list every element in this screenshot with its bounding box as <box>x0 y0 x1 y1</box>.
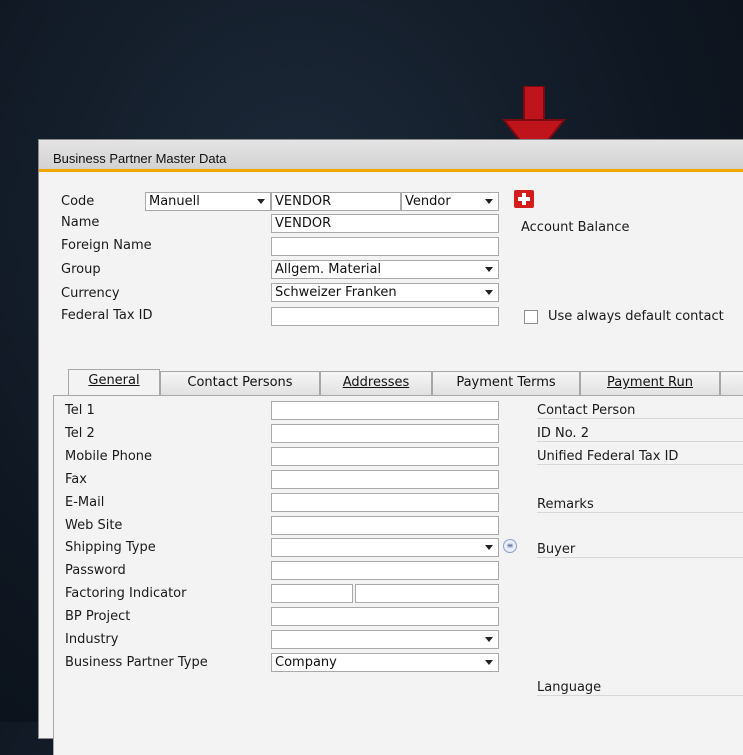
tab-payment-run[interactable]: Payment Run <box>580 371 720 395</box>
factoring-indicator-code-input[interactable] <box>271 584 353 603</box>
use-default-contact-checkbox[interactable] <box>524 310 538 324</box>
federal-tax-input[interactable] <box>271 307 499 326</box>
password-input[interactable] <box>271 561 499 580</box>
factoring-indicator-name-input[interactable] <box>355 584 499 603</box>
email-label: E-Mail <box>65 495 105 510</box>
account-balance-label: Account Balance <box>521 220 630 235</box>
currency-label: Currency <box>61 286 120 301</box>
use-default-contact-label: Use always default contact <box>548 309 724 324</box>
tab-payment-run-label: Payment Run <box>607 375 693 390</box>
id-no2-label: ID No. 2 <box>537 426 743 442</box>
name-input[interactable]: VENDOR <box>271 214 499 233</box>
swiss-flag-icon[interactable] <box>514 190 534 208</box>
factoring-indicator-label: Factoring Indicator <box>65 586 187 601</box>
industry-dropdown[interactable] <box>271 630 499 649</box>
bp-master-data-window: Business Partner Master Data Code Manuel… <box>38 139 743 755</box>
code-input[interactable]: VENDOR <box>271 192 401 211</box>
tel1-label: Tel 1 <box>65 403 95 418</box>
federal-tax-label: Federal Tax ID <box>61 308 153 323</box>
bp-type-dropdown[interactable]: Vendor <box>401 192 499 211</box>
fax-input[interactable] <box>271 470 499 489</box>
website-input[interactable] <box>271 516 499 535</box>
foreign-name-label: Foreign Name <box>61 238 152 253</box>
bp-project-label: BP Project <box>65 609 131 624</box>
bp-type-general-dropdown[interactable]: Company <box>271 653 499 672</box>
mobile-input[interactable] <box>271 447 499 466</box>
currency-dropdown[interactable]: Schweizer Franken <box>271 283 499 302</box>
code-label: Code <box>61 194 95 209</box>
language-label: Language <box>537 680 743 696</box>
mobile-label: Mobile Phone <box>65 449 153 464</box>
tab-general-label: General <box>88 373 140 388</box>
link-arrow-icon[interactable]: ≡ <box>503 539 517 553</box>
name-label: Name <box>61 215 100 230</box>
code-series-dropdown[interactable]: Manuell <box>145 192 271 211</box>
window-title: Business Partner Master Data <box>39 140 743 172</box>
tab-addresses[interactable]: Addresses <box>320 371 432 395</box>
tel1-input[interactable] <box>271 401 499 420</box>
unified-tax-id-label: Unified Federal Tax ID <box>537 449 743 465</box>
group-label: Group <box>61 262 101 277</box>
group-dropdown[interactable]: Allgem. Material <box>271 260 499 279</box>
shipping-type-dropdown[interactable] <box>271 538 499 557</box>
bp-type-label: Business Partner Type <box>65 655 208 670</box>
tab-payment-terms[interactable]: Payment Terms <box>432 371 580 395</box>
fax-label: Fax <box>65 472 87 487</box>
foreign-name-input[interactable] <box>271 237 499 256</box>
password-label: Password <box>65 563 126 578</box>
shipping-type-label: Shipping Type <box>65 540 156 555</box>
tab-payment-terms-label: Payment Terms <box>456 375 556 390</box>
tel2-input[interactable] <box>271 424 499 443</box>
tab-addresses-label: Addresses <box>342 375 410 390</box>
website-label: Web Site <box>65 518 123 533</box>
bp-project-input[interactable] <box>271 607 499 626</box>
tab-contact-persons[interactable]: Contact Persons <box>160 371 320 395</box>
tel2-label: Tel 2 <box>65 426 95 441</box>
tab-more[interactable] <box>720 371 743 395</box>
buyer-label: Buyer <box>537 542 743 558</box>
tab-contact-persons-label: Contact Persons <box>187 375 293 390</box>
remarks-label: Remarks <box>537 497 743 513</box>
tab-general[interactable]: General <box>68 369 160 395</box>
email-input[interactable] <box>271 493 499 512</box>
contact-person-label: Contact Person <box>537 403 743 419</box>
industry-label: Industry <box>65 632 119 647</box>
